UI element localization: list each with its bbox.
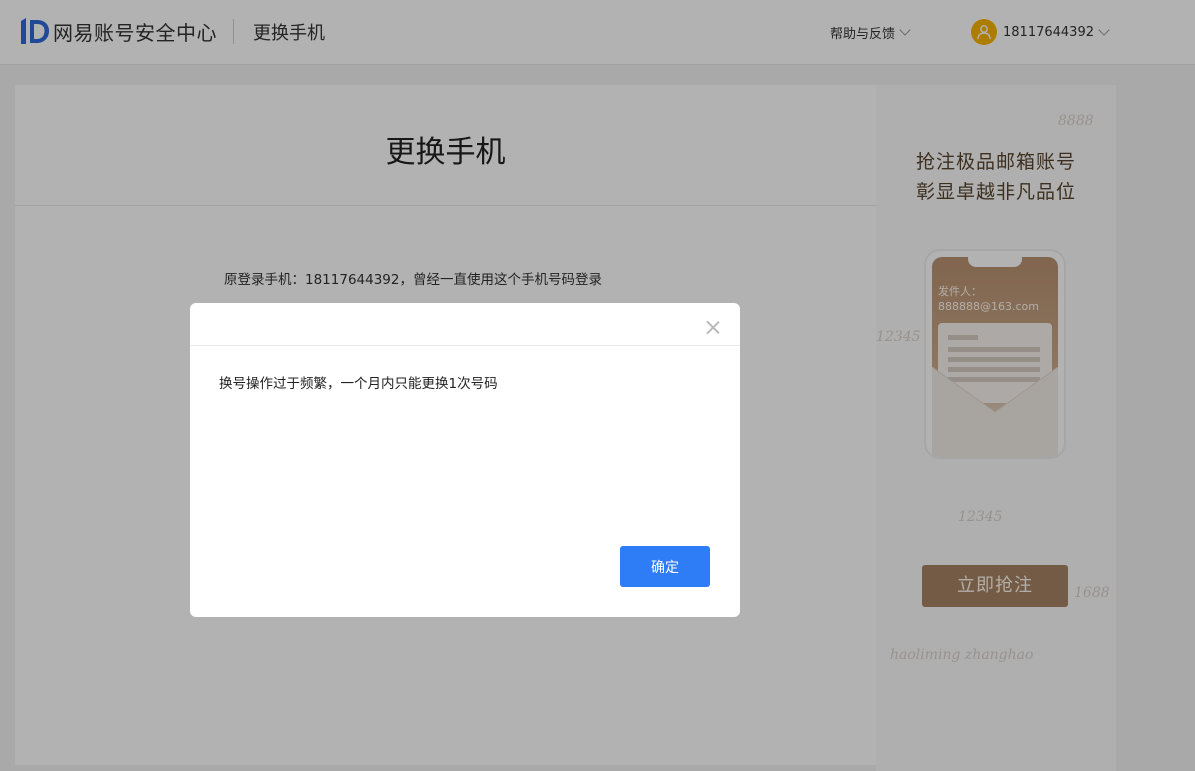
alert-dialog: 换号操作过于频繁，一个月内只能更换1次号码 确定 [190,303,740,617]
close-icon[interactable] [703,317,723,337]
dialog-header-divider [190,345,740,346]
dialog-message: 换号操作过于频繁，一个月内只能更换1次号码 [219,376,498,392]
confirm-button[interactable]: 确定 [620,546,710,587]
